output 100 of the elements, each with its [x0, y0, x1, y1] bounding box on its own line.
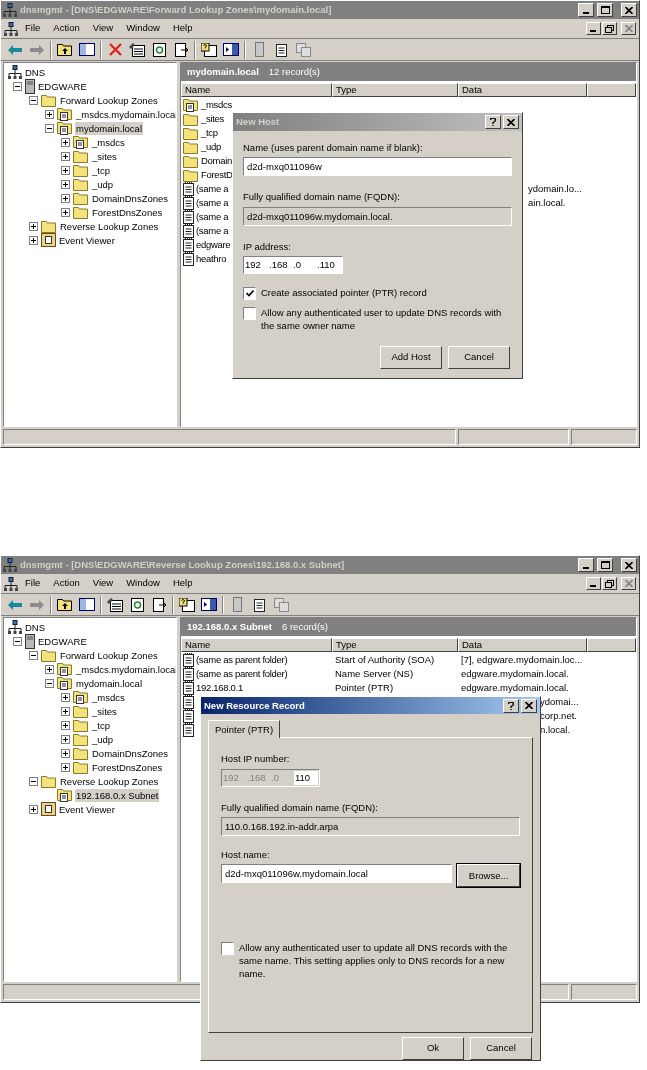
tree-item[interactable]: Forward Lookup Zones: [59, 648, 159, 662]
minimize-button[interactable]: [586, 22, 601, 35]
tree-item[interactable]: EDGWARE: [37, 634, 88, 648]
ip-address-field[interactable]: 192 .168 .0 .110: [243, 255, 343, 274]
collapse-toggle[interactable]: [29, 95, 38, 105]
expand-toggle[interactable]: [61, 692, 70, 702]
dialog-button[interactable]: Cancel: [470, 1037, 532, 1060]
tree-item[interactable]: ForestDnsZones: [91, 205, 164, 219]
collapse-toggle[interactable]: [45, 123, 54, 133]
minimize-button[interactable]: [578, 3, 594, 17]
expand-toggle[interactable]: [45, 109, 54, 119]
expand-toggle[interactable]: [61, 193, 70, 203]
tree-item[interactable]: DNS: [24, 620, 47, 634]
menu-item[interactable]: File: [19, 575, 47, 592]
expand-toggle[interactable]: [29, 804, 38, 814]
menu-item[interactable]: Action: [47, 575, 86, 592]
close-button[interactable]: [503, 115, 519, 129]
collapse-toggle[interactable]: [13, 81, 22, 91]
column-header[interactable]: [587, 83, 636, 97]
close-button[interactable]: [621, 22, 636, 35]
checkbox[interactable]: [243, 286, 256, 300]
tree-item[interactable]: _tcp: [91, 718, 111, 732]
collapse-toggle[interactable]: [29, 776, 38, 786]
expand-toggle[interactable]: [61, 734, 70, 744]
minimize-button[interactable]: [586, 577, 601, 590]
column-header[interactable]: Name: [181, 638, 332, 652]
tree-item[interactable]: 192.168.0.x Subnet: [75, 788, 160, 802]
collapse-toggle[interactable]: [45, 678, 54, 688]
restore-button[interactable]: [602, 22, 617, 35]
column-header[interactable]: Data: [458, 638, 587, 652]
tree-item[interactable]: Reverse Lookup Zones: [59, 219, 160, 233]
input-field[interactable]: 110.0.168.192.in-addr.arpa: [221, 816, 520, 836]
expand-toggle[interactable]: [61, 762, 70, 772]
tree-item[interactable]: _msdcs: [91, 690, 126, 704]
input-field[interactable]: d2d-mxq011096w.mydomain.local.: [243, 206, 512, 226]
tree-item[interactable]: _msdcs.mydomain.local: [75, 107, 176, 121]
expand-toggle[interactable]: [61, 165, 70, 175]
expand-toggle[interactable]: [61, 207, 70, 217]
input-field[interactable]: d2d-mxq011096w.mydomain.local: [221, 864, 453, 884]
tree-item[interactable]: _sites: [91, 704, 118, 718]
menu-item[interactable]: File: [19, 20, 47, 37]
menu-item[interactable]: Window: [120, 575, 166, 592]
tree-item[interactable]: DomainDnsZones: [91, 191, 170, 205]
menu-item[interactable]: Action: [47, 20, 86, 37]
checkbox[interactable]: [221, 942, 234, 956]
tree-item[interactable]: Event Viewer: [58, 233, 116, 247]
tree-item[interactable]: EDGWARE: [37, 79, 88, 93]
tree-item[interactable]: Event Viewer: [58, 802, 116, 816]
menu-item[interactable]: Help: [166, 575, 199, 592]
tree-item[interactable]: _udp: [91, 177, 115, 191]
column-header[interactable]: Data: [458, 83, 587, 97]
tree-item[interactable]: _msdcs.mydomain.local: [75, 662, 176, 676]
tree-item[interactable]: Forward Lookup Zones: [59, 93, 159, 107]
dialog-button[interactable]: Browse...: [457, 864, 520, 888]
collapse-toggle[interactable]: [29, 650, 38, 660]
restore-button[interactable]: [602, 577, 617, 590]
tree-item[interactable]: mydomain.local: [75, 676, 143, 690]
collapse-toggle[interactable]: [13, 636, 22, 646]
expand-toggle[interactable]: [61, 748, 70, 758]
menu-item[interactable]: Window: [120, 20, 166, 37]
tree-item[interactable]: ForestDnsZones: [91, 760, 164, 774]
close-button[interactable]: [521, 698, 537, 713]
expand-toggle[interactable]: [45, 664, 54, 674]
expand-toggle[interactable]: [29, 235, 38, 245]
column-header[interactable]: Type: [332, 83, 458, 97]
expand-toggle[interactable]: [61, 706, 70, 716]
maximize-button[interactable]: [597, 558, 613, 572]
expand-toggle[interactable]: [61, 151, 70, 161]
expand-toggle[interactable]: [29, 221, 38, 231]
maximize-button[interactable]: [597, 3, 613, 17]
tree-item[interactable]: _sites: [91, 149, 118, 163]
menu-item[interactable]: Help: [166, 20, 199, 37]
help-button[interactable]: [503, 698, 519, 713]
expand-toggle[interactable]: [61, 179, 70, 189]
tree-item[interactable]: _udp: [91, 732, 115, 746]
tree-item[interactable]: DomainDnsZones: [91, 746, 170, 760]
tree-item[interactable]: DNS: [24, 65, 47, 79]
dialog-button[interactable]: Cancel: [448, 346, 510, 369]
tab[interactable]: Pointer (PTR): [208, 720, 281, 739]
menu-item[interactable]: View: [86, 575, 120, 592]
dialog-button[interactable]: Add Host: [380, 346, 442, 369]
tree-item[interactable]: _msdcs: [91, 135, 126, 149]
minimize-button[interactable]: [578, 558, 594, 572]
close-button[interactable]: [621, 3, 637, 17]
checkbox[interactable]: [243, 306, 256, 320]
tree-item[interactable]: _tcp: [91, 163, 111, 177]
column-header[interactable]: Type: [332, 638, 458, 652]
expand-toggle[interactable]: [61, 137, 70, 147]
input-field[interactable]: d2d-mxq011096w: [243, 157, 512, 177]
tree-item[interactable]: mydomain.local: [75, 121, 143, 135]
tree-item[interactable]: Reverse Lookup Zones: [59, 774, 160, 788]
column-header[interactable]: [587, 638, 636, 652]
close-button[interactable]: [621, 558, 637, 572]
folder-icon: [73, 205, 89, 219]
dialog-button[interactable]: Ok: [402, 1037, 464, 1060]
help-button[interactable]: [485, 115, 501, 129]
expand-toggle[interactable]: [61, 720, 70, 730]
menu-item[interactable]: View: [86, 20, 120, 37]
column-header[interactable]: Name: [181, 83, 332, 97]
close-button[interactable]: [621, 577, 636, 590]
